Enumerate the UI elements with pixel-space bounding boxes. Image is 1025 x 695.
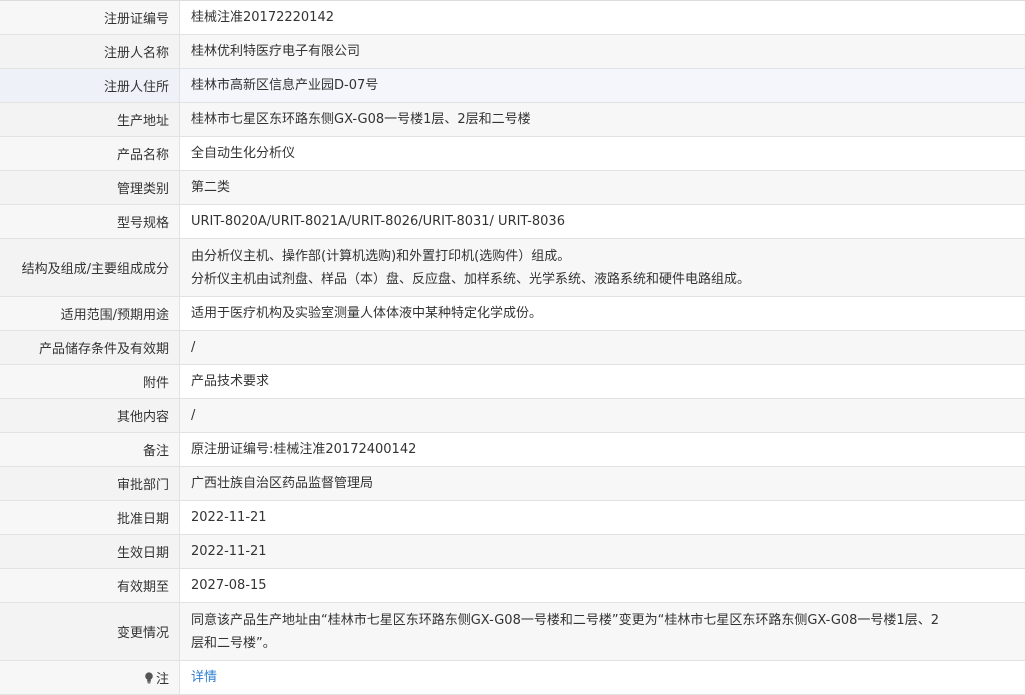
row-label: 变更情况 [0,603,180,660]
row-value: 原注册证编号:桂械注准20172400142 [191,442,417,457]
row-other-content: 其他内容 / [0,399,1025,433]
row-value: / [191,408,196,423]
row-value: 由分析仪主机、操作部(计算机选购)和外置打印机(选购件）组成。 分析仪主机由试剂… [180,239,1025,296]
value-line: 层和二号楼”。 [191,635,276,651]
row-value: 2027-08-15 [191,578,267,593]
row-production-address: 生产地址 桂林市七星区东环路东侧GX-G08一号楼1层、2层和二号楼 [0,103,1025,137]
row-structure-composition: 结构及组成/主要组成成分 由分析仪主机、操作部(计算机选购)和外置打印机(选购件… [0,239,1025,297]
row-value: 同意该产品生产地址由“桂林市七星区东环路东侧GX-G08一号楼和二号楼”变更为“… [180,603,1025,660]
value-line: 分析仪主机由试剂盘、样品（本）盘、反应盘、加样系统、光学系统、液路系统和硬件电路… [191,271,751,287]
row-registration-number: 注册证编号 桂械注准20172220142 [0,1,1025,35]
row-effective-date: 生效日期 2022-11-21 [0,535,1025,569]
row-label: 注册人住所 [0,69,180,102]
row-label: 注册证编号 [0,1,180,34]
row-note: 注 详情 [0,661,1025,695]
row-label: 结构及组成/主要组成成分 [0,239,180,296]
row-label: 适用范围/预期用途 [0,297,180,330]
row-value: URIT-8020A/URIT-8021A/URIT-8026/URIT-803… [191,214,565,229]
row-value: 第二类 [191,180,231,195]
row-value: 桂林优利特医疗电子有限公司 [191,44,361,59]
row-approval-date: 批准日期 2022-11-21 [0,501,1025,535]
row-label: 审批部门 [0,467,180,500]
row-label: 产品储存条件及有效期 [0,331,180,364]
row-registrant-name: 注册人名称 桂林优利特医疗电子有限公司 [0,35,1025,69]
row-value: 广西壮族自治区药品监督管理局 [191,476,374,491]
row-label: 其他内容 [0,399,180,432]
row-registrant-address: 注册人住所 桂林市高新区信息产业园D-07号 [0,69,1025,103]
row-value: 产品技术要求 [191,374,270,389]
row-remarks: 备注 原注册证编号:桂械注准20172400142 [0,433,1025,467]
row-value: 2022-11-21 [191,544,267,559]
lightbulb-icon [145,671,153,683]
row-label: 产品名称 [0,137,180,170]
registration-detail-table: 注册证编号 桂械注准20172220142 注册人名称 桂林优利特医疗电子有限公… [0,0,1025,695]
row-label: 附件 [0,365,180,398]
row-value: / [191,340,196,355]
row-label: 批准日期 [0,501,180,534]
row-label: 型号规格 [0,205,180,238]
row-label: 注 [0,661,180,694]
row-label: 生产地址 [0,103,180,136]
row-value: 桂械注准20172220142 [191,10,334,25]
row-label: 备注 [0,433,180,466]
row-value: 桂林市高新区信息产业园D-07号 [191,78,379,93]
details-link[interactable]: 详情 [191,666,1015,689]
note-label-text: 注 [155,672,169,687]
row-intended-use: 适用范围/预期用途 适用于医疗机构及实验室测量人体体液中某种特定化学成份。 [0,297,1025,331]
row-storage-validity: 产品储存条件及有效期 / [0,331,1025,365]
row-attachment: 附件 产品技术要求 [0,365,1025,399]
row-product-name: 产品名称 全自动生化分析仪 [0,137,1025,171]
row-approval-department: 审批部门 广西壮族自治区药品监督管理局 [0,467,1025,501]
row-change-status: 变更情况 同意该产品生产地址由“桂林市七星区东环路东侧GX-G08一号楼和二号楼… [0,603,1025,661]
row-value: 详情 [180,661,1025,694]
row-value: 适用于医疗机构及实验室测量人体体液中某种特定化学成份。 [191,306,543,321]
row-label: 注册人名称 [0,35,180,68]
row-model-spec: 型号规格 URIT-8020A/URIT-8021A/URIT-8026/URI… [0,205,1025,239]
row-label: 管理类别 [0,171,180,204]
row-label: 有效期至 [0,569,180,602]
row-valid-until: 有效期至 2027-08-15 [0,569,1025,603]
row-label: 生效日期 [0,535,180,568]
row-value: 桂林市七星区东环路东侧GX-G08一号楼1层、2层和二号楼 [191,112,531,127]
row-value: 2022-11-21 [191,510,267,525]
row-value: 全自动生化分析仪 [191,146,296,161]
row-management-class: 管理类别 第二类 [0,171,1025,205]
value-line: 由分析仪主机、操作部(计算机选购)和外置打印机(选购件）组成。 [191,248,571,264]
value-line: 同意该产品生产地址由“桂林市七星区东环路东侧GX-G08一号楼和二号楼”变更为“… [191,612,939,628]
